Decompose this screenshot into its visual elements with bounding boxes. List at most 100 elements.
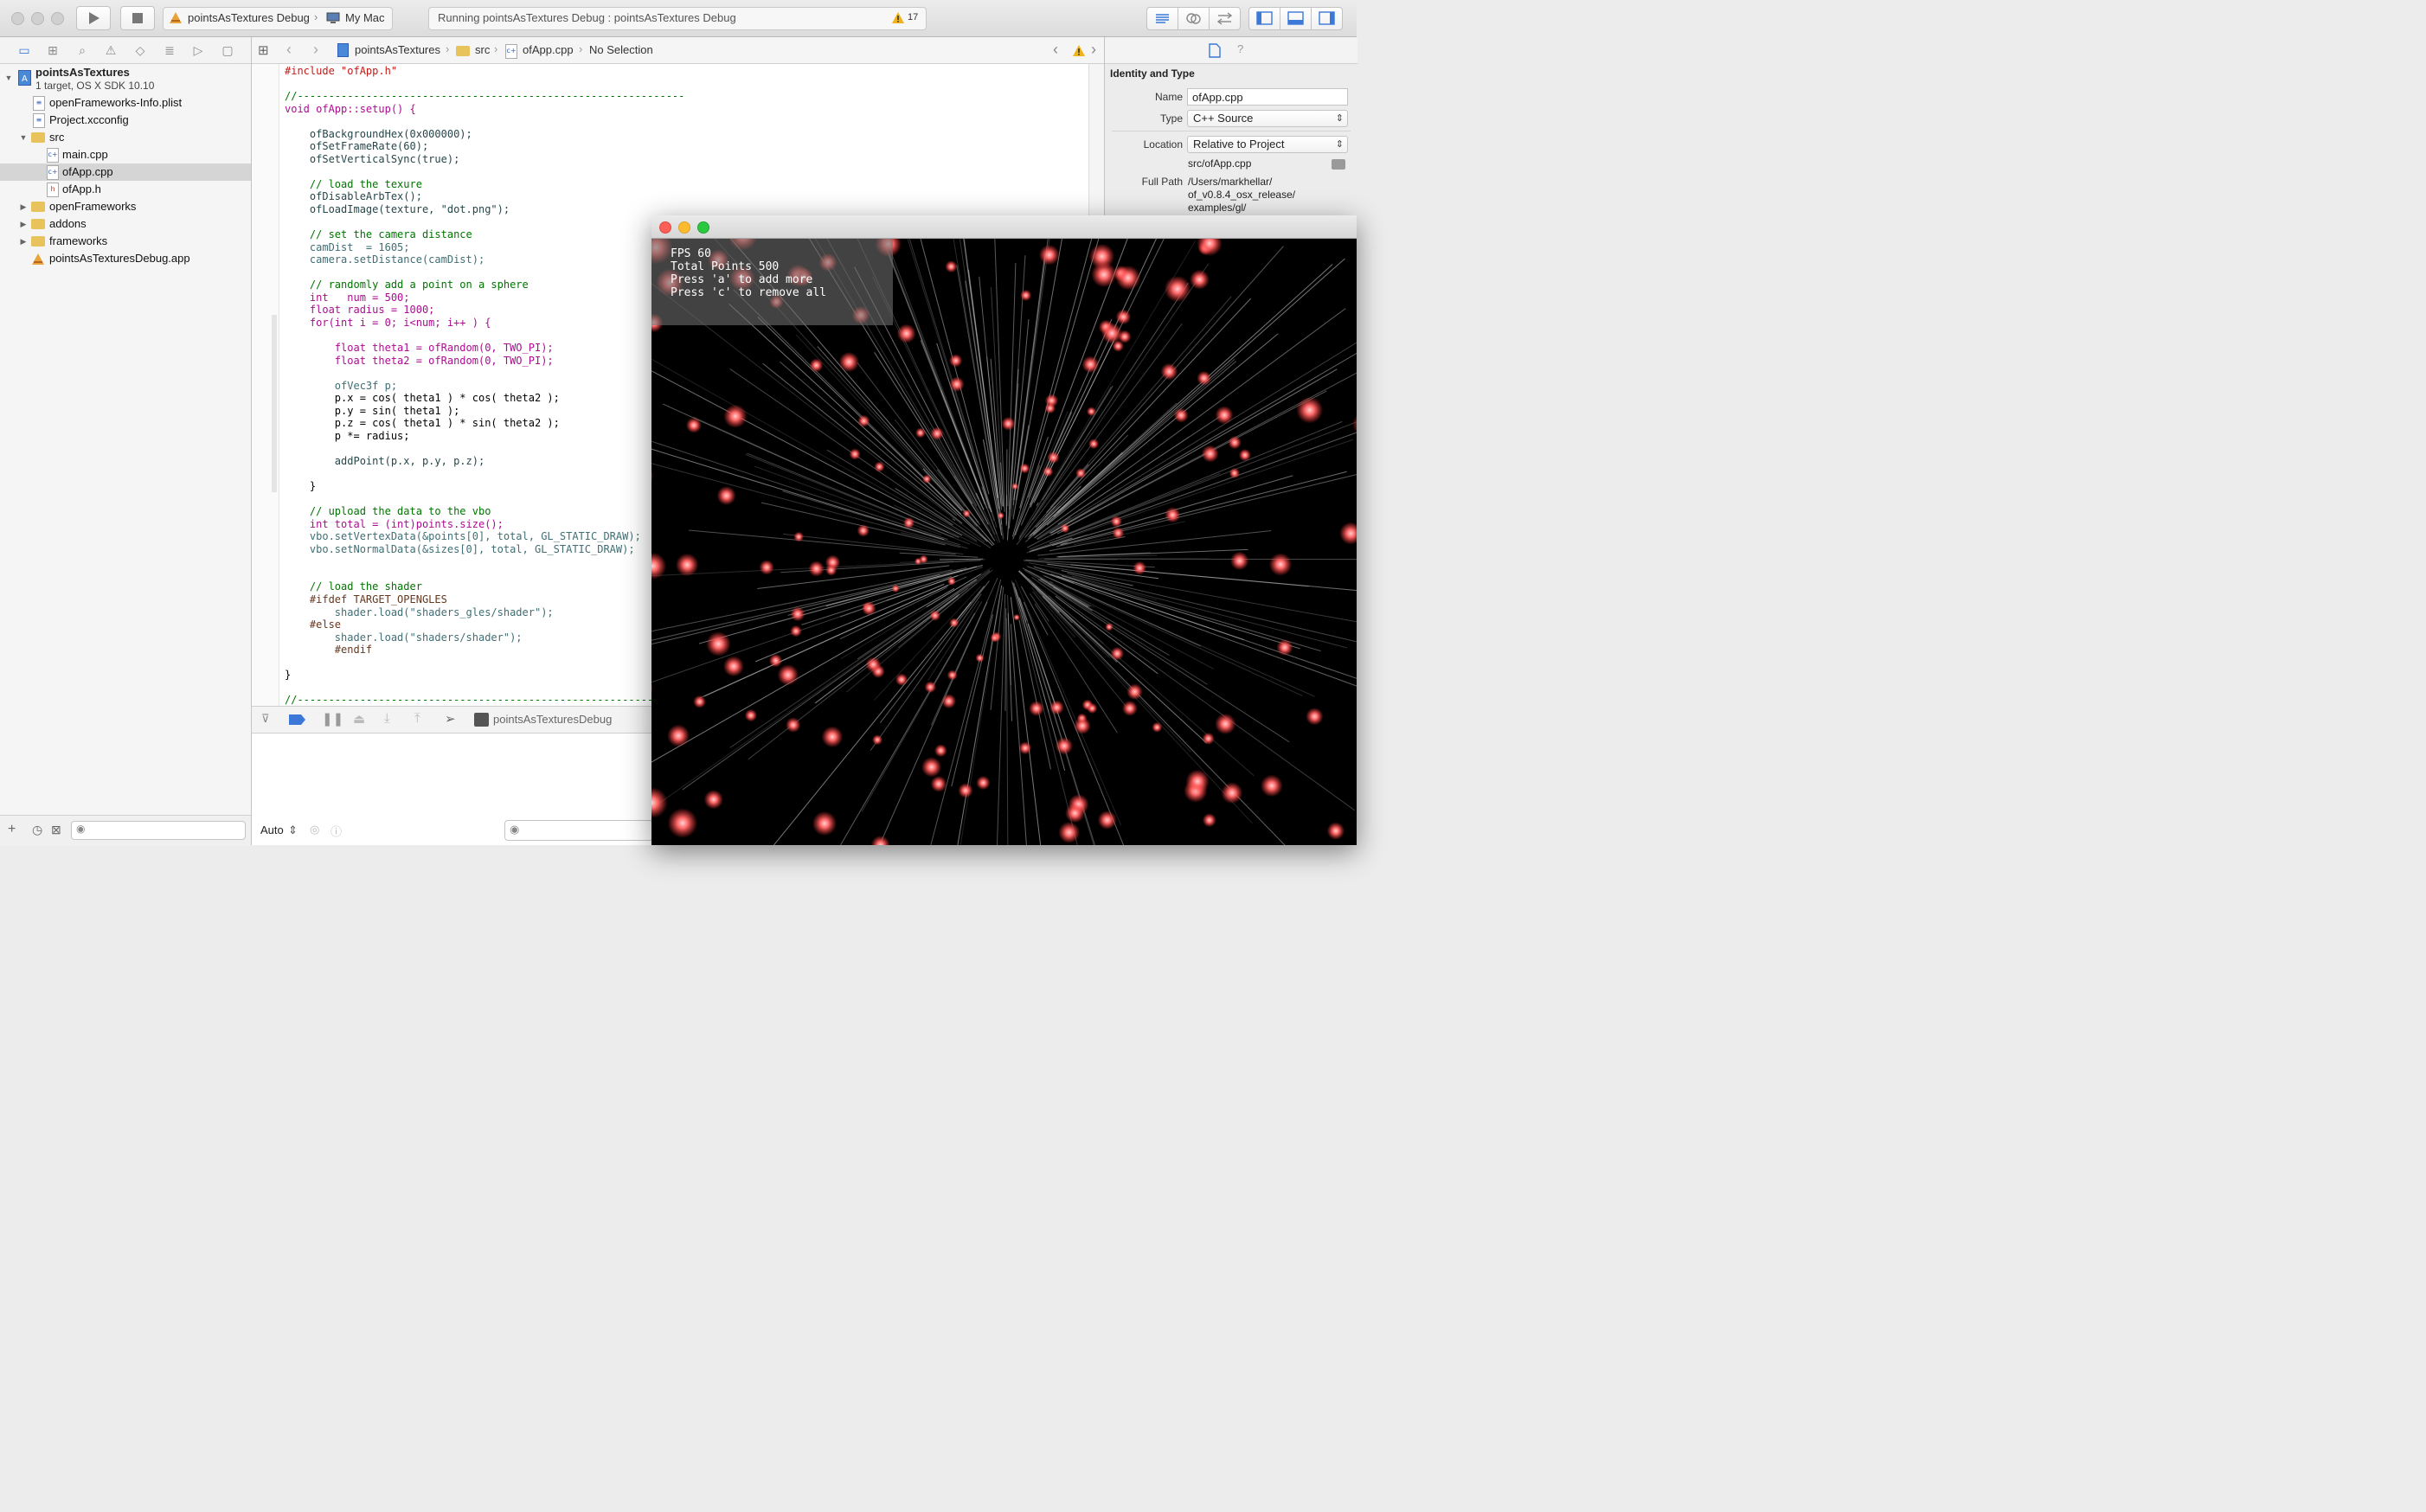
file-row-info-plist[interactable]: ≡ openFrameworks-Info.plist	[0, 94, 251, 112]
quick-help-icon[interactable]: ?	[1237, 42, 1243, 55]
disclosure-open-icon[interactable]: ▼	[18, 129, 29, 146]
run-button[interactable]	[76, 6, 111, 30]
stop-icon	[132, 13, 143, 23]
close-window-button[interactable]	[11, 12, 24, 25]
previous-issue-icon[interactable]: ‹	[1053, 41, 1058, 59]
disclosure-closed-icon[interactable]: ▶	[18, 233, 29, 250]
location-popup[interactable]: Relative to Project ⇕	[1187, 136, 1348, 153]
project-root-row[interactable]: ▼ A pointsAsTextures 1 target, OS X SDK …	[0, 66, 251, 95]
code-line: for(int i = 0; i<num; i++ ) {	[285, 316, 491, 329]
point-sprite	[896, 324, 916, 343]
navigator-filter-field[interactable]: ◉	[71, 821, 246, 840]
running-app-window[interactable]: FPS 60 Total Points 500 Press 'a' to add…	[651, 215, 1357, 845]
code-line: #include "ofApp.h"	[285, 65, 398, 77]
process-app-icon	[474, 713, 489, 727]
motion-streak	[899, 552, 979, 558]
file-inspector-document-icon[interactable]	[1209, 43, 1221, 58]
motion-streak	[1053, 258, 1345, 517]
issue-warning-icon[interactable]: ⚠	[103, 42, 119, 58]
breadcrumb-group[interactable]: src	[475, 43, 490, 56]
back-chevron-icon[interactable]: ‹	[286, 41, 292, 59]
next-issue-icon[interactable]: ›	[1091, 41, 1096, 59]
breadcrumb-project[interactable]: pointsAsTextures	[355, 43, 440, 56]
breadcrumb-selection[interactable]: No Selection	[589, 43, 653, 56]
test-diamond-icon[interactable]: ◇	[132, 42, 148, 58]
add-icon[interactable]: +	[8, 822, 16, 837]
gl-canvas[interactable]: FPS 60 Total Points 500 Press 'a' to add…	[651, 239, 1357, 845]
file-row-main-cpp[interactable]: c+ main.cpp	[0, 146, 251, 163]
motion-streak	[651, 592, 959, 810]
search-icon[interactable]: ⌕	[74, 42, 90, 58]
code-line: shader.load("shaders/shader");	[285, 631, 523, 644]
line-gutter[interactable]	[252, 64, 279, 706]
toggle-debug-area-button[interactable]	[1280, 8, 1312, 29]
point-sprite	[1339, 522, 1357, 545]
app-zoom-button[interactable]	[697, 221, 709, 234]
scheme-selector[interactable]: pointsAsTextures Debug › My Mac	[163, 7, 393, 30]
stop-button[interactable]	[120, 6, 155, 30]
variables-scope-popup[interactable]: Auto	[260, 823, 284, 836]
report-speech-icon[interactable]: ▢	[220, 42, 235, 58]
breakpoint-tag-icon[interactable]: ▷	[190, 42, 206, 58]
breadcrumb-file[interactable]: ofApp.cpp	[523, 43, 574, 56]
app-close-button[interactable]	[659, 221, 671, 234]
group-row-openframeworks[interactable]: ▶ openFrameworks	[0, 198, 251, 215]
toggle-navigator-button[interactable]	[1249, 8, 1280, 29]
warning-icon[interactable]	[1073, 45, 1085, 56]
hide-debug-area-icon[interactable]: ⊽	[261, 712, 270, 726]
left-panel-icon	[1256, 11, 1273, 25]
folder-icon[interactable]: ▭	[16, 42, 32, 58]
app-window-titlebar[interactable]	[651, 215, 1357, 239]
assistant-editor-button[interactable]	[1178, 8, 1210, 29]
console-filter-field[interactable]: ◉	[504, 820, 653, 841]
code-text[interactable]: #include "ofApp.h" //-------------------…	[285, 65, 684, 706]
breadcrumb-separator-icon: ›	[446, 42, 450, 55]
minimize-window-button[interactable]	[31, 12, 44, 25]
point-sprite	[1229, 467, 1241, 479]
name-field[interactable]: ofApp.cpp	[1187, 88, 1348, 106]
step-over-icon[interactable]: ⏏	[353, 711, 365, 727]
filter-scm-icon[interactable]: ⊠	[51, 823, 61, 837]
point-sprite	[790, 625, 802, 637]
inspector-tabs: ?	[1105, 37, 1357, 64]
disclosure-closed-icon[interactable]: ▶	[18, 215, 29, 233]
group-row-frameworks[interactable]: ▶ frameworks	[0, 233, 251, 250]
disclosure-closed-icon[interactable]: ▶	[18, 198, 29, 215]
point-sprite	[786, 717, 801, 733]
process-name[interactable]: pointsAsTexturesDebug	[493, 713, 612, 726]
debug-list-icon[interactable]: ≣	[162, 42, 177, 58]
pause-icon[interactable]: ❚❚	[322, 711, 343, 727]
file-row-app-product[interactable]: pointsAsTexturesDebug.app	[0, 250, 251, 267]
info-icon[interactable]: ⓘ	[331, 823, 342, 839]
app-minimize-button[interactable]	[678, 221, 690, 234]
forward-chevron-icon[interactable]: ›	[313, 41, 318, 59]
version-editor-button[interactable]	[1210, 8, 1240, 29]
group-row-src[interactable]: ▼ src	[0, 129, 251, 146]
related-items-grid-icon[interactable]: ⊞	[258, 42, 269, 58]
motion-streak	[1072, 575, 1348, 649]
group-row-addons[interactable]: ▶ addons	[0, 215, 251, 233]
warning-count[interactable]: 17	[908, 12, 918, 22]
quick-look-eye-icon[interactable]: ◎	[310, 823, 319, 836]
breakpoints-toggle-icon[interactable]	[289, 714, 306, 725]
disclosure-open-icon[interactable]: ▼	[3, 74, 14, 82]
file-row-ofapp-cpp[interactable]: c+ ofApp.cpp	[0, 163, 251, 181]
point-sprite-render	[651, 239, 1357, 845]
point-sprite	[1097, 810, 1117, 830]
file-row-ofapp-h[interactable]: h ofApp.h	[0, 181, 251, 198]
zoom-window-button[interactable]	[51, 12, 64, 25]
symbol-navigator-icon[interactable]: ⊞	[45, 42, 61, 58]
standard-editor-button[interactable]	[1147, 8, 1178, 29]
step-into-icon[interactable]: ⤓	[384, 711, 390, 726]
location-arrow-icon[interactable]: ➢	[445, 711, 456, 727]
choose-folder-icon[interactable]	[1332, 159, 1345, 170]
motion-streak	[907, 239, 993, 513]
toggle-inspector-button[interactable]	[1312, 8, 1342, 29]
file-row-xcconfig[interactable]: ≡ Project.xcconfig	[0, 112, 251, 129]
warning-icon[interactable]	[892, 12, 904, 23]
motion-streak	[1037, 579, 1290, 743]
type-popup[interactable]: C++ Source ⇕	[1187, 110, 1348, 127]
recent-clock-icon[interactable]: ◷	[32, 823, 42, 837]
code-fold-ribbon[interactable]	[272, 315, 277, 492]
step-out-icon[interactable]: ⤒	[414, 711, 420, 726]
